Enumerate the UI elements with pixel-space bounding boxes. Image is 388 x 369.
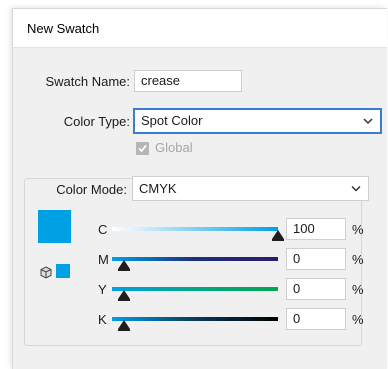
chevron-down-icon	[351, 185, 361, 192]
chevron-down-icon	[363, 118, 373, 125]
color-type-select[interactable]: Spot Color	[133, 108, 382, 134]
color-type-value: Spot Color	[141, 113, 203, 128]
web-safe-swatch[interactable]	[56, 264, 70, 278]
yellow-label: Y	[98, 282, 107, 297]
black-slider-track[interactable]	[112, 317, 278, 321]
magenta-label: M	[98, 252, 109, 267]
magenta-input[interactable]: 0	[286, 248, 346, 270]
cyan-label: C	[98, 222, 108, 237]
check-icon	[138, 144, 147, 153]
swatch-name-label: Swatch Name:	[45, 74, 130, 89]
black-input[interactable]: 0	[286, 308, 346, 330]
color-mode-label: Color Mode:	[56, 182, 127, 197]
color-preview-swatch	[38, 210, 71, 243]
dialog-titlebar: New Swatch	[13, 9, 387, 48]
cyan-unit: %	[352, 222, 364, 237]
cyan-slider-thumb[interactable]	[272, 230, 284, 241]
magenta-unit: %	[352, 252, 364, 267]
yellow-input[interactable]: 0	[286, 278, 346, 300]
magenta-slider-thumb[interactable]	[118, 260, 130, 271]
color-type-label: Color Type:	[63, 114, 130, 129]
yellow-unit: %	[352, 282, 364, 297]
yellow-slider-track[interactable]	[112, 287, 278, 291]
swatch-name-input[interactable]: crease	[134, 70, 242, 92]
black-unit: %	[352, 312, 364, 327]
dialog-title: New Swatch	[27, 21, 100, 36]
magenta-slider-track[interactable]	[112, 257, 278, 261]
global-label: Global	[155, 140, 193, 155]
cyan-input[interactable]: 100	[286, 218, 346, 240]
black-label: K	[98, 312, 107, 327]
global-checkbox[interactable]	[136, 142, 149, 155]
color-mode-select[interactable]: CMYK	[132, 176, 369, 201]
yellow-slider-thumb[interactable]	[118, 290, 130, 301]
color-mode-value: CMYK	[139, 181, 177, 196]
black-slider-thumb[interactable]	[118, 320, 130, 331]
cyan-slider-track[interactable]	[112, 227, 278, 231]
cube-icon[interactable]	[40, 266, 52, 279]
